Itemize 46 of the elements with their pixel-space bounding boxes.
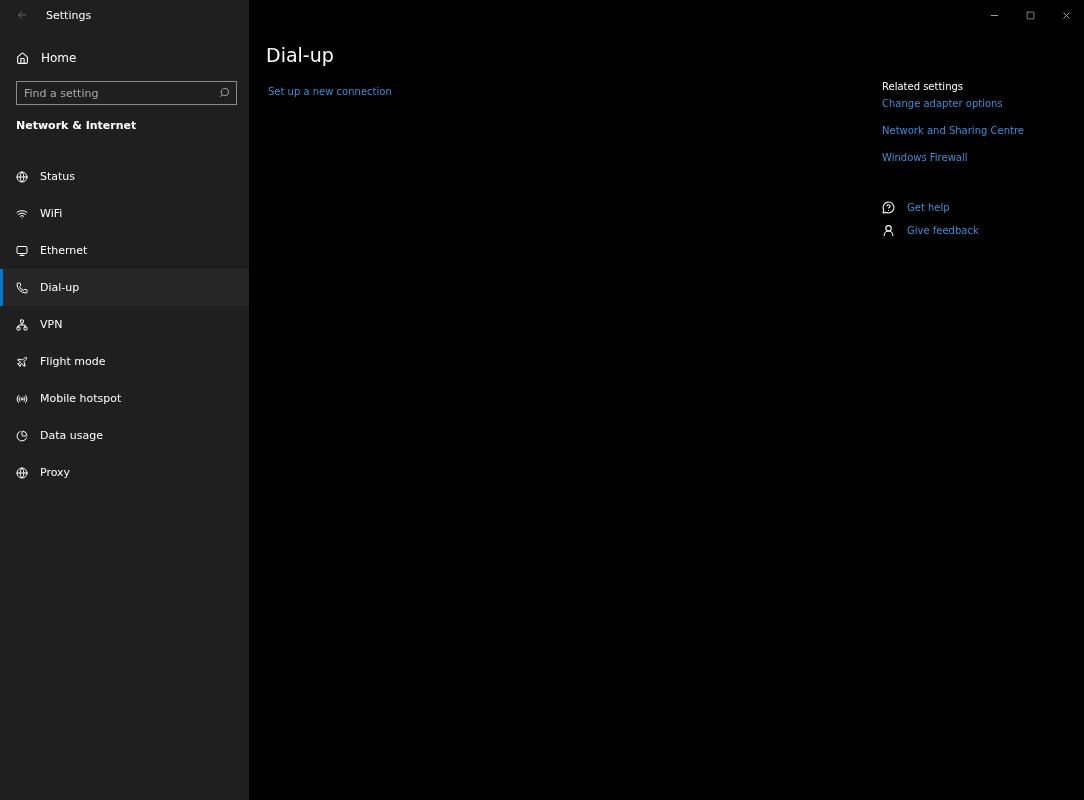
sidebar-item[interactable]: Flight mode <box>0 343 249 380</box>
section-heading: Network & Internet <box>16 119 138 132</box>
sidebar-item-label: Status <box>40 170 76 183</box>
sidebar-item-label: Mobile hotspot <box>40 392 122 405</box>
related-link[interactable]: Change adapter options <box>882 98 1084 109</box>
home-label: Home <box>41 51 77 65</box>
sidebar-item[interactable]: Proxy <box>0 454 249 491</box>
sidebar-item[interactable]: Ethernet <box>0 232 249 269</box>
antenna-icon <box>16 392 28 405</box>
globe-icon <box>16 466 28 479</box>
sidebar-item-label: Dial-up <box>40 281 80 294</box>
related-link[interactable]: Windows Firewall <box>882 152 1084 163</box>
related-link[interactable]: Network and Sharing Centre <box>882 125 1084 136</box>
help-link[interactable]: Give feedback <box>907 225 979 236</box>
sidebar-item[interactable]: Status <box>0 158 249 195</box>
home-link[interactable]: Home <box>16 43 249 73</box>
setup-connection-link[interactable]: Set up a new connection <box>266 86 392 97</box>
person-icon <box>882 224 895 237</box>
sidebar-item[interactable]: Dial-up <box>0 269 249 306</box>
monitor-icon <box>16 244 28 257</box>
globe-icon <box>16 170 28 183</box>
plane-icon <box>16 355 28 368</box>
maximize-icon[interactable] <box>1025 10 1035 20</box>
sidebar-item-label: Data usage <box>40 429 103 442</box>
sidebar-item-label: Proxy <box>40 466 71 479</box>
search-field[interactable]: Find a setting <box>16 81 237 105</box>
window-title: Settings <box>46 8 92 22</box>
close-icon[interactable] <box>1060 9 1072 21</box>
home-icon <box>16 51 29 65</box>
help-link[interactable]: Get help <box>907 202 950 213</box>
sidebar-item[interactable]: WiFi <box>0 195 249 232</box>
network-icon <box>16 318 28 331</box>
sidebar-item-label: VPN <box>40 318 63 331</box>
page-title: Dial-up <box>266 44 335 66</box>
pie-chart-icon <box>16 429 28 442</box>
chat-bubble-icon <box>882 201 895 214</box>
search-icon <box>219 87 230 98</box>
related-settings-heading: Related settings <box>882 81 965 92</box>
sidebar-item[interactable]: VPN <box>0 306 249 343</box>
sidebar-item[interactable]: Data usage <box>0 417 249 454</box>
sidebar-item[interactable]: Mobile hotspot <box>0 380 249 417</box>
wifi-icon <box>16 207 28 220</box>
sidebar-item-label: WiFi <box>40 207 63 220</box>
phone-icon <box>16 281 28 294</box>
sidebar-item-label: Ethernet <box>40 244 88 257</box>
sidebar-item-label: Flight mode <box>40 355 106 368</box>
